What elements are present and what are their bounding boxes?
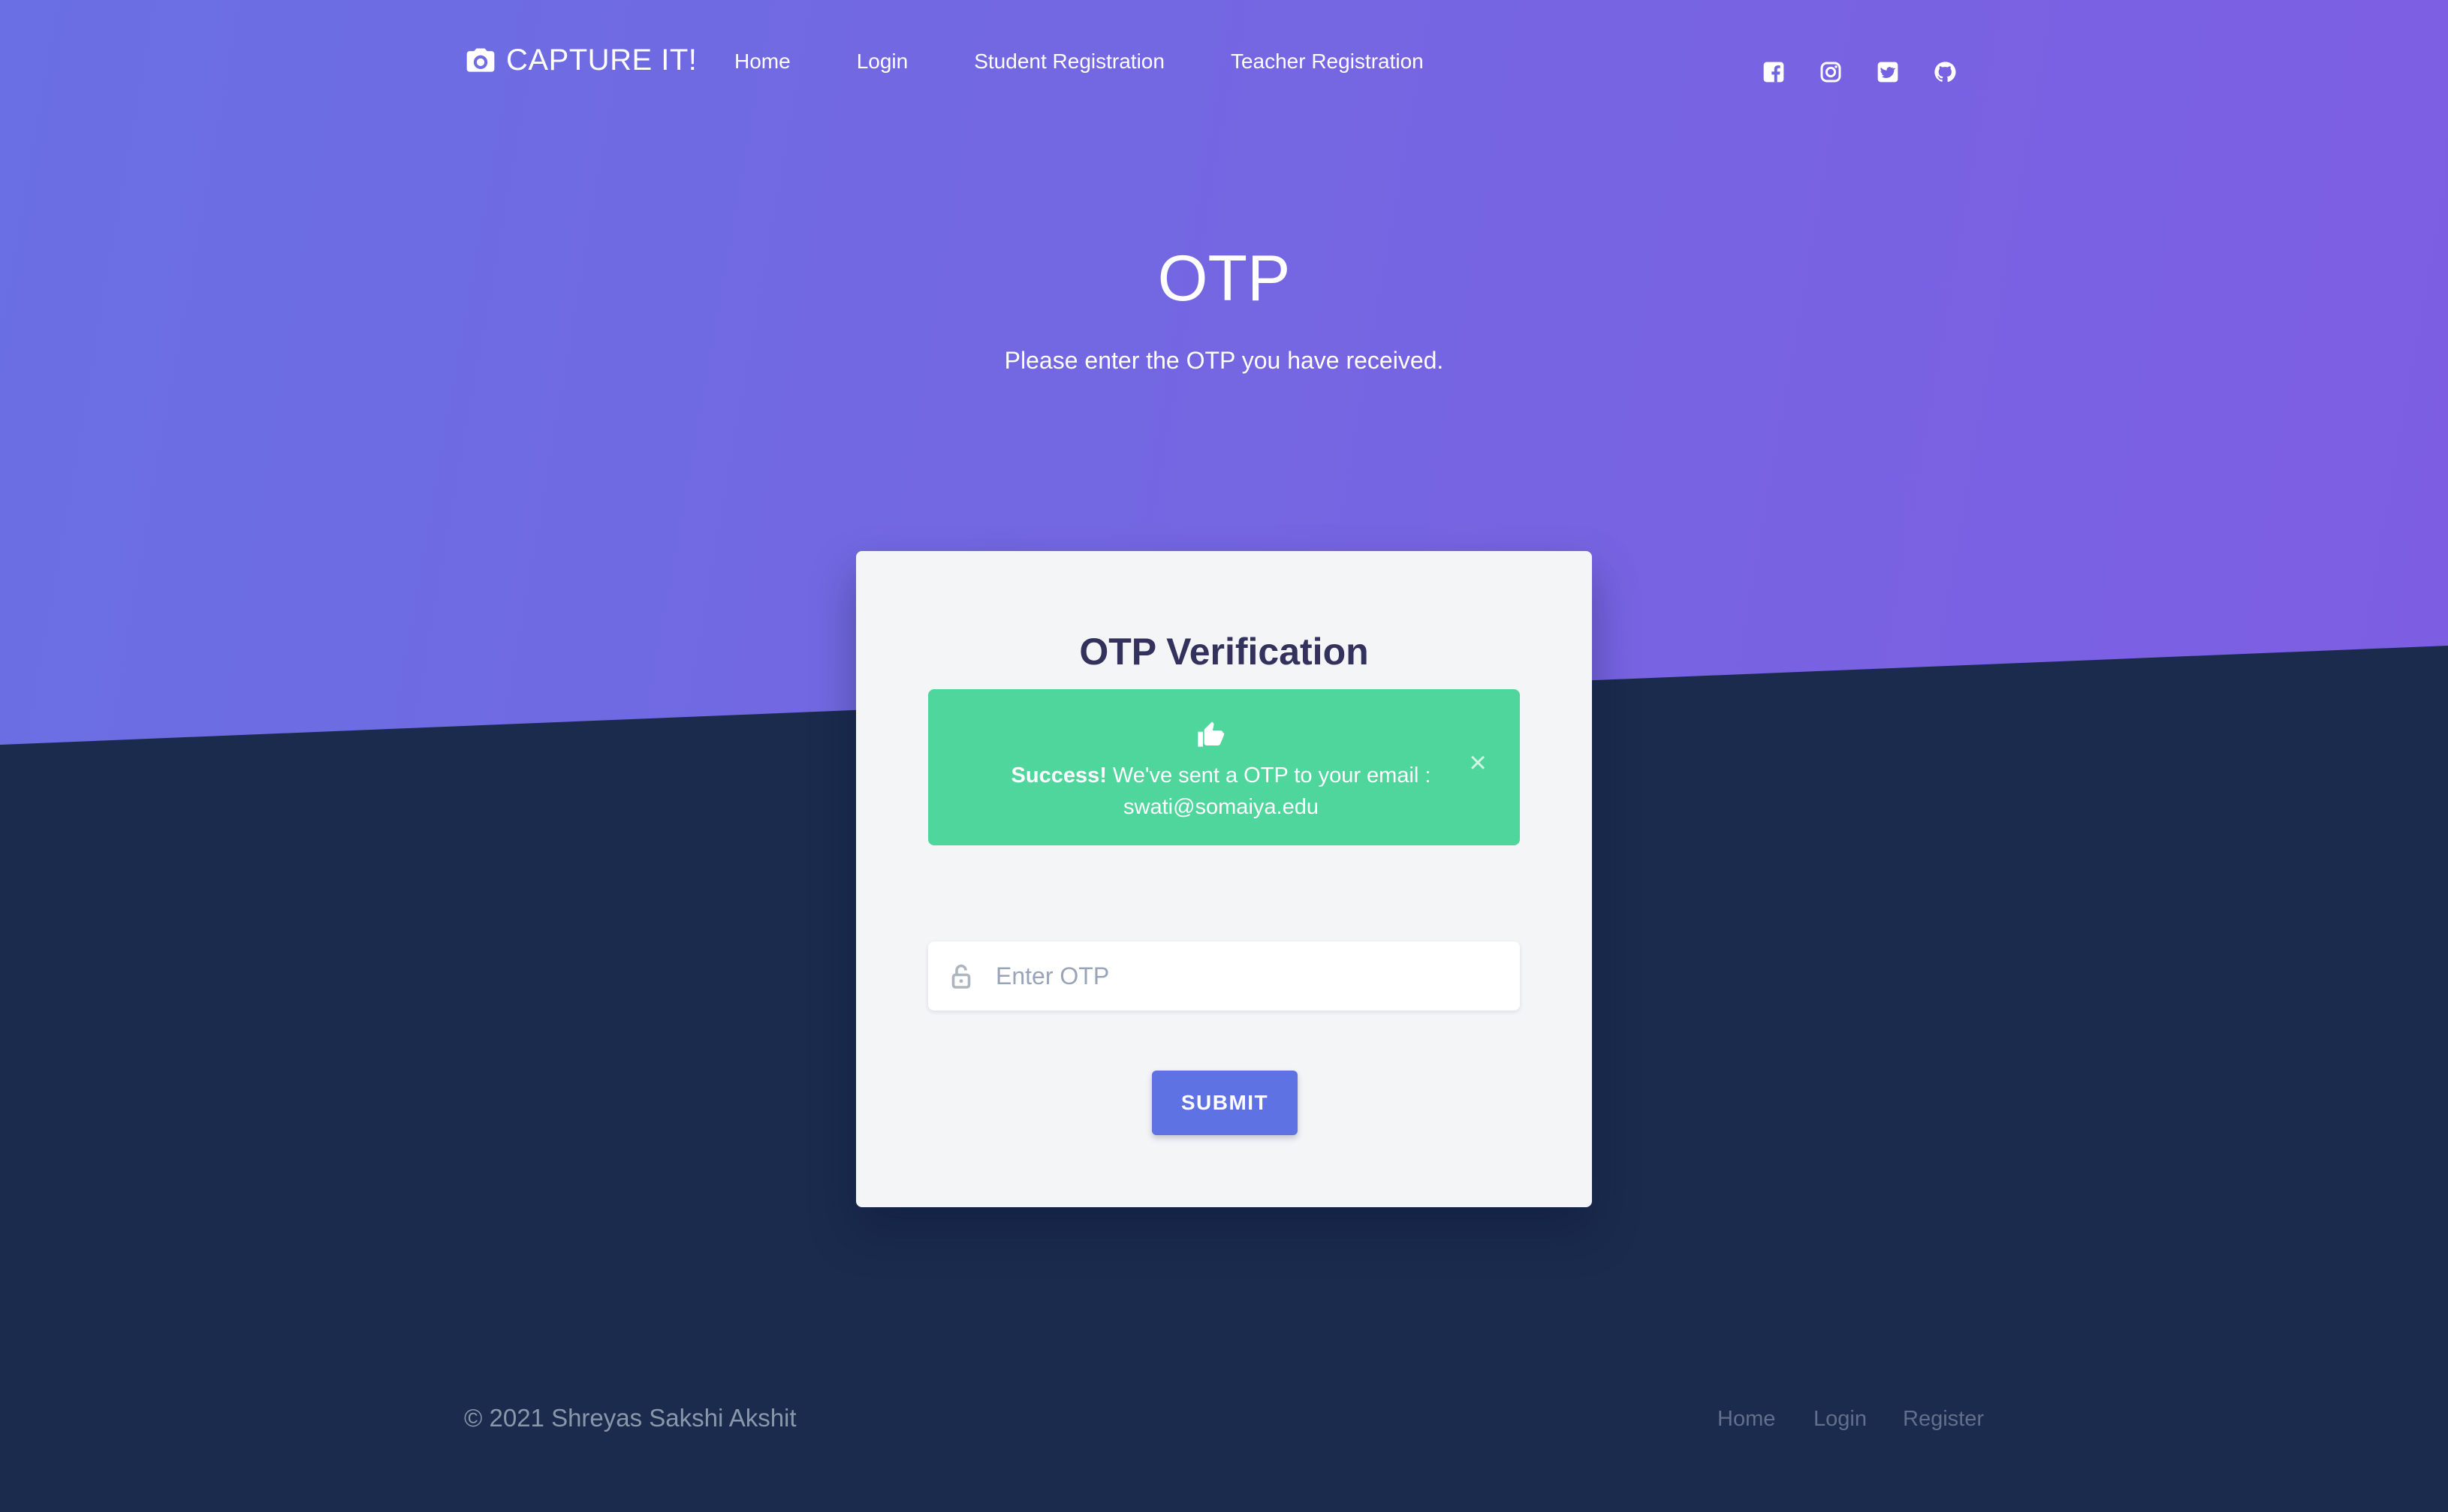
thumbs-up-icon [1198, 721, 1225, 747]
top-navbar: CAPTURE IT! Home Login Student Registrat… [0, 0, 2448, 135]
instagram-icon [1820, 62, 1841, 83]
facebook-icon [1763, 62, 1784, 83]
footer-home-link[interactable]: Home [1717, 1407, 1775, 1432]
nav-teacher-registration-link[interactable]: Teacher Registration [1231, 50, 1424, 74]
alert-close-button[interactable]: × [1463, 748, 1493, 778]
alert-strong-text: Success! [1011, 764, 1107, 788]
nav-login-link[interactable]: Login [857, 50, 909, 74]
copyright-text: © 2021 Shreyas Sakshi Akshit [464, 1404, 797, 1432]
otp-card: OTP Verification Success! We've sent a O… [856, 551, 1592, 1207]
github-link[interactable] [1933, 60, 1957, 84]
brand-name: CAPTURE IT! [506, 44, 698, 77]
submit-button[interactable]: SUBMIT [1152, 1071, 1298, 1135]
footer-register-link[interactable]: Register [1903, 1407, 1984, 1432]
camera-icon [466, 48, 495, 72]
alert-message: Success! We've sent a OTP to your email … [958, 760, 1484, 823]
brand-link[interactable]: CAPTURE IT! [464, 44, 697, 77]
nav-student-registration-link[interactable]: Student Registration [974, 50, 1165, 74]
otp-input-group [928, 941, 1520, 1011]
facebook-link[interactable] [1762, 60, 1786, 84]
nav-links: Home Login Student Registration Teacher … [734, 50, 1424, 74]
lock-icon [951, 964, 971, 989]
success-alert: Success! We've sent a OTP to your email … [928, 689, 1520, 845]
page-title: OTP [1157, 242, 1291, 315]
github-icon [1934, 62, 1956, 83]
alert-email: swati@somaiya.edu [1123, 795, 1319, 819]
card-title: OTP Verification [1079, 631, 1369, 673]
page-subtitle: Please enter the OTP you have received. [1004, 347, 1444, 374]
alert-message-text: We've sent a OTP to your email : [1106, 764, 1431, 788]
twitter-icon [1877, 62, 1898, 83]
footer-login-link[interactable]: Login [1813, 1407, 1867, 1432]
twitter-link[interactable] [1876, 60, 1900, 84]
otp-input[interactable] [996, 941, 1506, 1011]
instagram-link[interactable] [1819, 60, 1843, 84]
nav-home-link[interactable]: Home [734, 50, 791, 74]
